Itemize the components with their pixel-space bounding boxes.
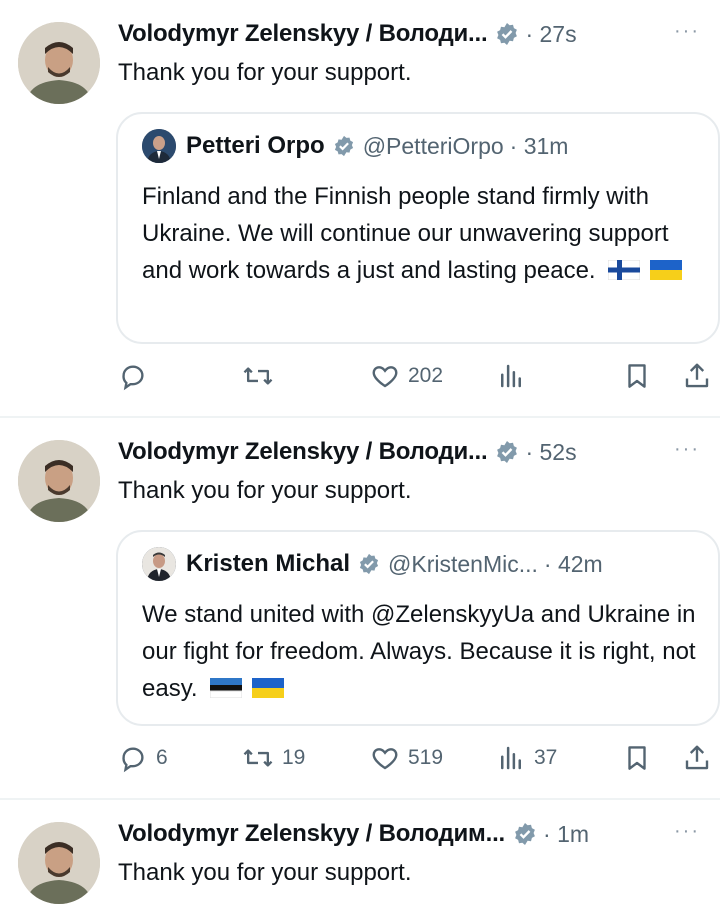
quote-text-body: Finland and the Finnish people stand fir… (142, 183, 669, 284)
quote-handle: @PetteriOrpo (362, 132, 504, 159)
views-icon (501, 364, 521, 388)
views-button[interactable]: 37 (496, 738, 557, 778)
reply-icon (122, 747, 144, 773)
reply-button[interactable] (118, 356, 156, 396)
share-icon (685, 363, 709, 388)
timestamp[interactable]: · 27s (525, 21, 576, 48)
flag-estonia-icon (210, 678, 243, 698)
reply-count: 6 (156, 746, 168, 769)
avatar[interactable] (18, 440, 100, 522)
tweet-text: Thank you for your support. (118, 477, 412, 504)
flag-ukraine-icon (251, 678, 284, 698)
heart-icon (372, 366, 398, 388)
tweet-actions: 202 (118, 356, 718, 396)
author-name[interactable]: Volodymyr Zelenskyy / Володи... (118, 438, 488, 466)
bookmark-icon (628, 746, 646, 770)
avatar[interactable] (18, 22, 100, 104)
quote-handle: @KristenMic... (388, 550, 538, 577)
share-button[interactable] (682, 356, 712, 396)
tweet[interactable]: Volodymyr Zelenskyy / Володим... · 1m ··… (0, 800, 720, 904)
repost-button[interactable]: 19 (242, 738, 305, 778)
views-button[interactable] (496, 356, 534, 396)
like-count: 202 (408, 364, 444, 387)
quote-header: Petteri Orpo @PetteriOrpo · 31m (142, 126, 568, 166)
quote-avatar (142, 129, 176, 163)
tweet-header: Volodymyr Zelenskyy / Володи... · 27s ··… (118, 17, 700, 51)
verified-badge-icon (495, 22, 519, 46)
verified-badge-icon (495, 440, 519, 464)
tweet[interactable]: Volodymyr Zelenskyy / Володи... · 52s ··… (0, 418, 720, 798)
tweet-header: Volodymyr Zelenskyy / Володим... · 1m ··… (118, 817, 700, 851)
reply-button[interactable]: 6 (118, 738, 168, 778)
repost-button[interactable] (242, 356, 282, 396)
bookmark-button[interactable] (622, 738, 652, 778)
quote-author-name: Kristen Michal (186, 550, 351, 577)
like-button[interactable]: 202 (370, 356, 443, 396)
views-count: 37 (534, 746, 558, 769)
quote-avatar (142, 547, 176, 581)
reply-icon (122, 365, 144, 391)
tweet-header: Volodymyr Zelenskyy / Володи... · 52s ··… (118, 435, 700, 469)
timestamp[interactable]: · 1m (543, 821, 589, 848)
verified-badge-icon (358, 553, 380, 575)
flag-finland-icon (608, 260, 641, 280)
quoted-tweet[interactable]: Kristen Michal @KristenMic... · 42m We s… (116, 530, 720, 726)
quote-text: Finland and the Finnish people stand fir… (142, 178, 698, 289)
quote-author-name: Petteri Orpo (186, 132, 325, 159)
tweet-text: Thank you for your support. (118, 859, 412, 886)
more-options-icon[interactable]: ··· (674, 435, 700, 463)
repost-count: 19 (282, 746, 306, 769)
tweet-text: Thank you for your support. (118, 59, 412, 86)
tweet-actions: 6 19 519 37 (118, 738, 718, 778)
more-options-icon[interactable]: ··· (674, 17, 700, 45)
share-icon (685, 745, 709, 770)
quoted-tweet[interactable]: Petteri Orpo @PetteriOrpo · 31m Finland … (116, 112, 720, 344)
share-button[interactable] (682, 738, 712, 778)
quote-timestamp: · 42m (543, 550, 603, 577)
bookmark-icon (628, 364, 646, 388)
tweet[interactable]: Volodymyr Zelenskyy / Володи... · 27s ··… (0, 0, 720, 416)
like-count: 519 (408, 746, 444, 769)
repost-icon (243, 749, 273, 767)
timestamp[interactable]: · 52s (525, 439, 576, 466)
repost-icon (243, 367, 273, 385)
like-button[interactable]: 519 (370, 738, 443, 778)
bookmark-button[interactable] (622, 356, 652, 396)
heart-icon (372, 748, 398, 770)
verified-badge-icon (333, 135, 355, 157)
flag-ukraine-icon (649, 260, 682, 280)
verified-badge-icon (513, 822, 537, 846)
author-name[interactable]: Volodymyr Zelenskyy / Володим... (118, 820, 505, 848)
avatar[interactable] (18, 822, 100, 904)
quote-header: Kristen Michal @KristenMic... · 42m (142, 544, 603, 584)
views-icon (501, 746, 521, 770)
more-options-icon[interactable]: ··· (674, 817, 700, 845)
author-name[interactable]: Volodymyr Zelenskyy / Володи... (118, 20, 488, 48)
quote-text: We stand united with @ZelenskyyUa and Uk… (142, 596, 698, 707)
quote-timestamp: · 31m (509, 132, 569, 159)
